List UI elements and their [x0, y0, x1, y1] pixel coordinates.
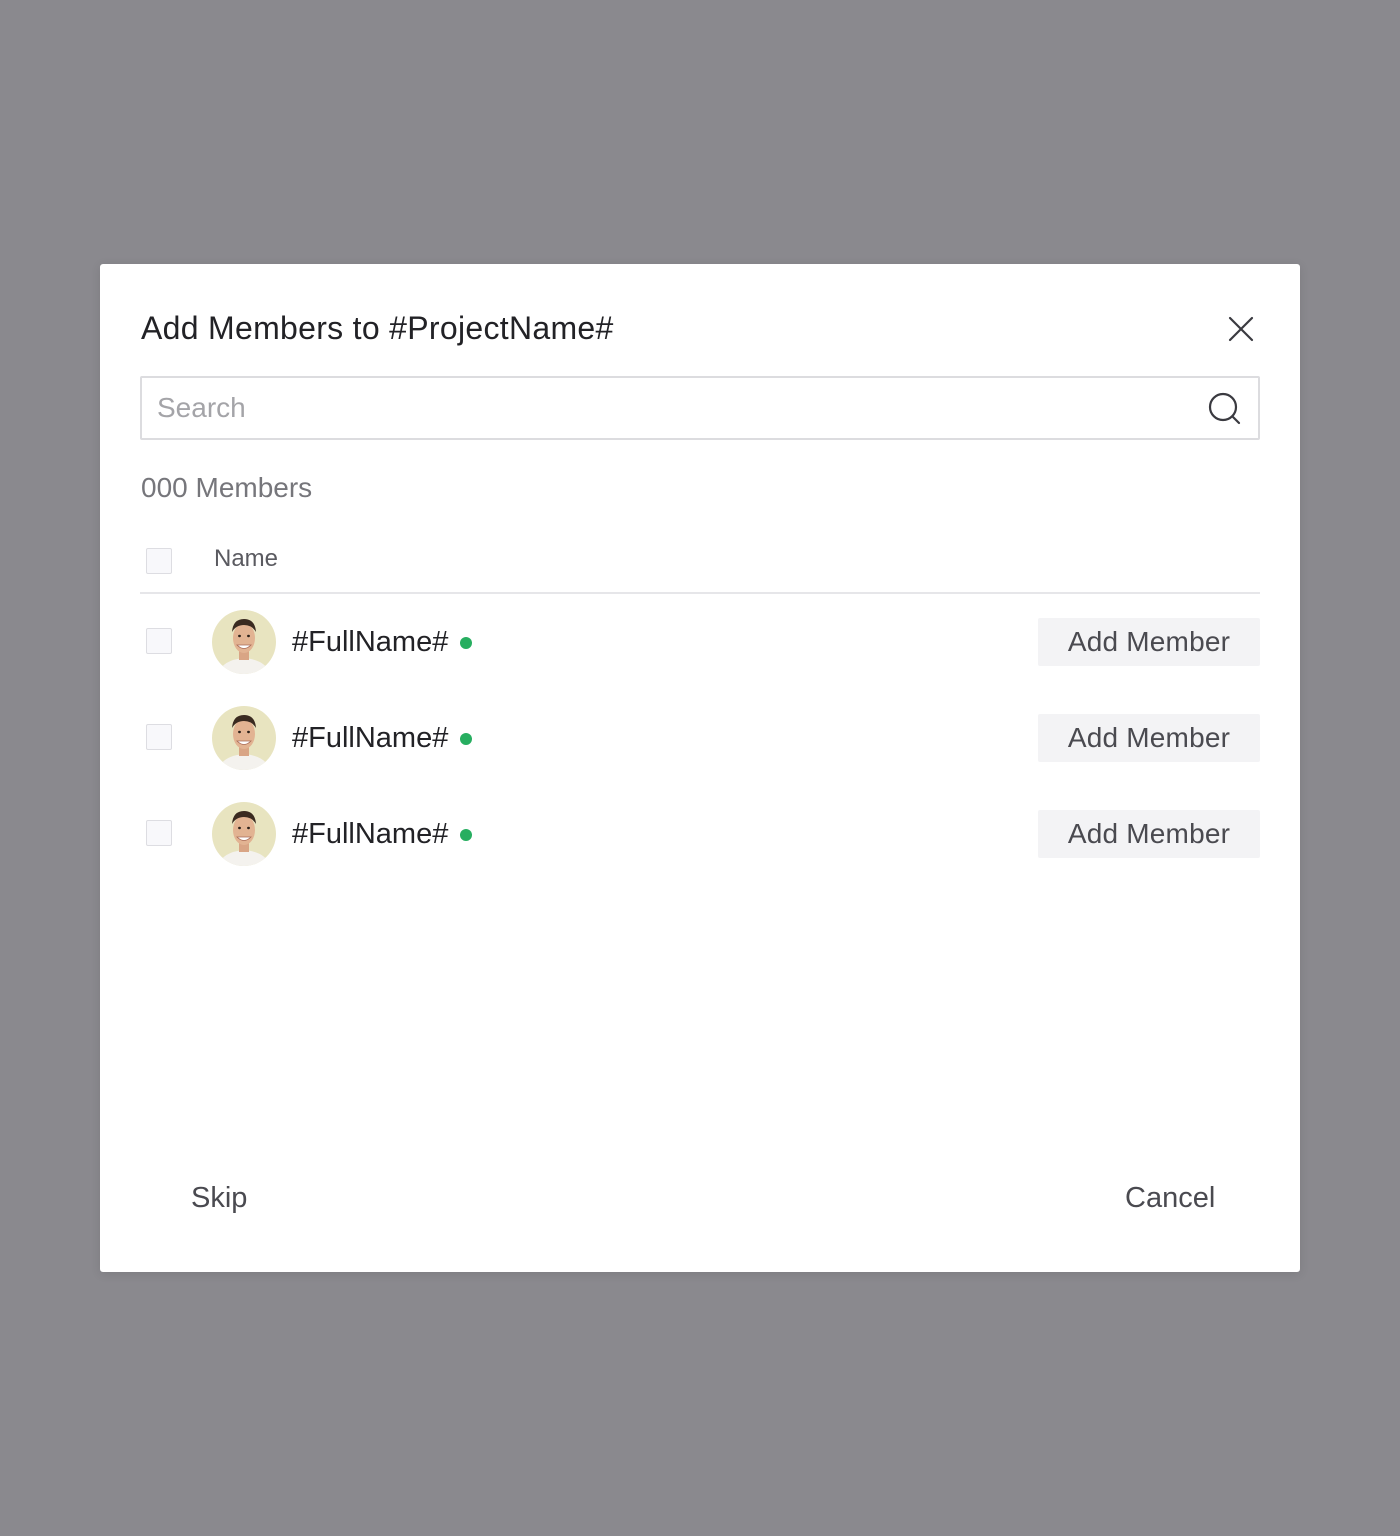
name-column-header: Name — [214, 545, 279, 572]
member-checkbox[interactable] — [146, 820, 172, 846]
search-box — [140, 376, 1260, 440]
add-member-button[interactable]: Add Member — [1038, 618, 1260, 666]
close-button[interactable] — [1222, 310, 1260, 348]
member-row: #FullName# Add Member — [140, 690, 1260, 786]
cancel-button[interactable]: Cancel — [1125, 1180, 1215, 1216]
close-icon — [1228, 316, 1254, 342]
member-checkbox[interactable] — [146, 628, 172, 654]
add-members-dialog: Add Members to #ProjectName# 000 Members… — [100, 264, 1300, 1272]
member-row: #FullName# Add Member — [140, 786, 1260, 882]
dialog-title: Add Members to #ProjectName# — [141, 310, 614, 346]
member-row: #FullName# Add Member — [140, 594, 1260, 690]
online-status-indicator — [460, 733, 472, 745]
online-status-indicator — [460, 637, 472, 649]
member-name: #FullName# — [292, 722, 449, 754]
add-member-button[interactable]: Add Member — [1038, 810, 1260, 858]
avatar — [212, 610, 276, 674]
member-count: 000 Members — [141, 472, 313, 503]
member-name: #FullName# — [292, 626, 449, 658]
add-member-button[interactable]: Add Member — [1038, 714, 1260, 762]
member-checkbox[interactable] — [146, 724, 172, 750]
member-name: #FullName# — [292, 818, 449, 850]
select-all-checkbox[interactable] — [146, 548, 172, 574]
skip-button[interactable]: Skip — [191, 1180, 247, 1216]
table-header: Name — [140, 540, 1260, 594]
avatar — [212, 706, 276, 770]
avatar — [212, 802, 276, 866]
online-status-indicator — [460, 829, 472, 841]
search-input[interactable] — [142, 378, 1182, 438]
search-icon[interactable] — [1208, 392, 1242, 426]
